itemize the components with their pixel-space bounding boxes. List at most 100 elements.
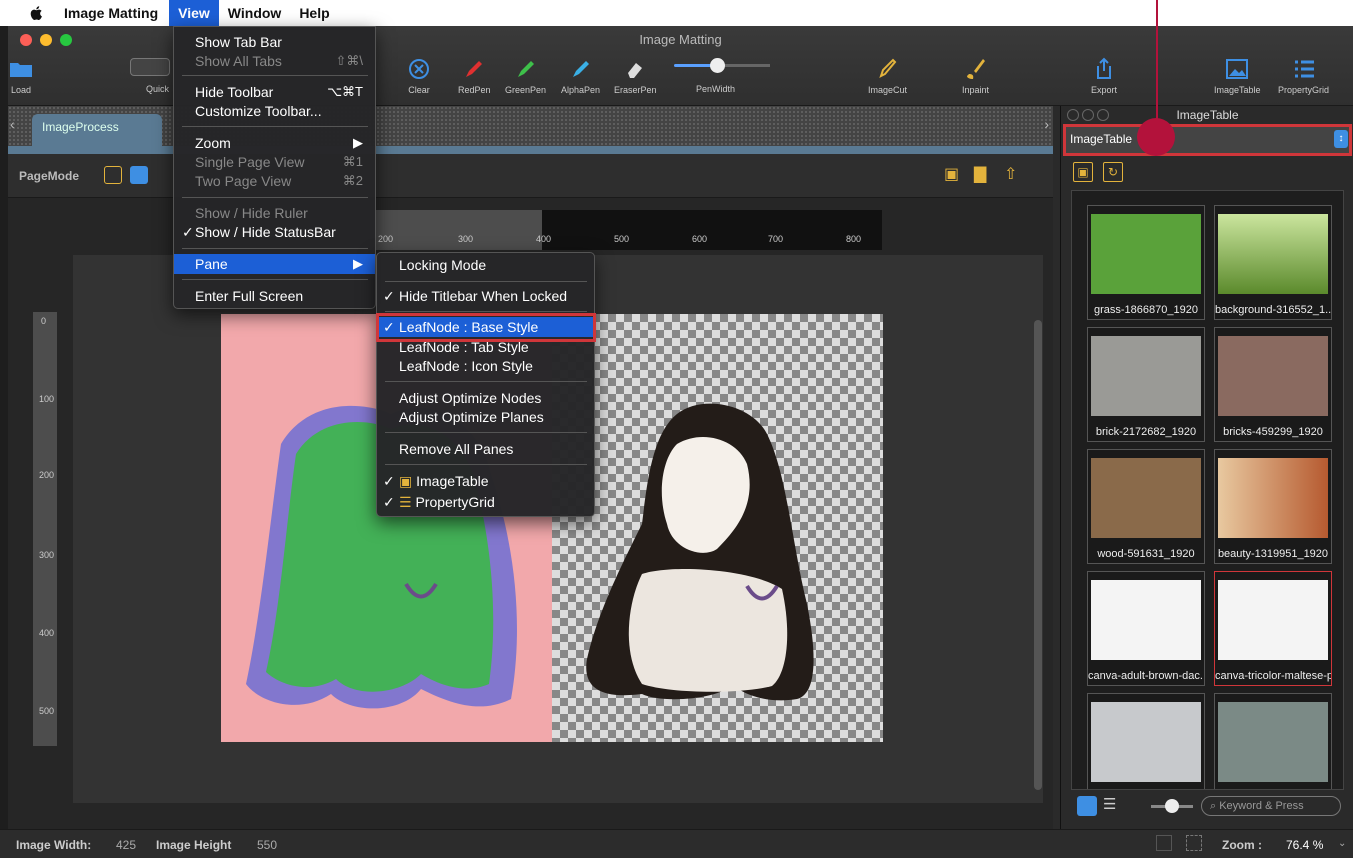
thumbnail-caption: canva-tricolor-maltese-p... — [1215, 670, 1331, 682]
alpha-pen-label: AlphaPen — [561, 85, 601, 95]
menu-hide-titlebar-when-locked[interactable]: ✓ Hide Titlebar When Locked — [377, 286, 594, 306]
thumbnail-item[interactable]: beauty-1319951_1920 — [1214, 449, 1332, 564]
tab-image-process[interactable]: ImageProcess — [32, 114, 162, 148]
green-pen-button[interactable]: GreenPen — [505, 56, 546, 95]
actual-size-icon[interactable] — [1186, 835, 1202, 851]
menu-help[interactable]: Help — [290, 0, 338, 26]
thumbnail-item[interactable] — [1087, 693, 1205, 789]
trash-icon[interactable]: ▇ — [974, 164, 986, 184]
clear-button[interactable]: Clear — [406, 56, 432, 95]
canvas-vertical-scrollbar[interactable] — [1034, 320, 1042, 790]
export-label: Export — [1091, 85, 1118, 95]
tab-image-process-label: ImageProcess — [42, 120, 119, 134]
insert-image-icon[interactable]: ▣ — [944, 164, 959, 184]
zoom-chevron-icon[interactable]: ⌄ — [1338, 838, 1346, 849]
search-placeholder: Keyword & Press — [1219, 800, 1304, 812]
zoom-value[interactable]: 76.4 % — [1286, 838, 1323, 852]
image-width-label: Image Width: — [16, 838, 92, 852]
menu-customize-toolbar[interactable]: Customize Toolbar... — [174, 101, 375, 121]
load-label: Load — [10, 85, 32, 95]
thumbnail-grid: grass-1866870_1920 background-316552_1..… — [1071, 190, 1344, 790]
menu-enter-full-screen[interactable]: Enter Full Screen — [174, 286, 375, 306]
keyword-search-input[interactable]: ⌕ Keyword & Press — [1201, 796, 1341, 816]
load-button[interactable]: Load — [8, 56, 34, 95]
menu-locking-mode[interactable]: Locking Mode — [377, 255, 594, 275]
thumbnail-item[interactable]: bricks-459299_1920 — [1214, 327, 1332, 442]
pen-width-slider[interactable] — [674, 58, 770, 73]
clear-label: Clear — [408, 85, 430, 95]
clear-circle-icon — [409, 59, 429, 79]
thumbnail-size-knob[interactable] — [1165, 799, 1179, 813]
result-image[interactable] — [552, 314, 883, 742]
panel-tools: ▣ ↻ — [1073, 162, 1123, 182]
thumbnail-item[interactable]: grass-1866870_1920 — [1087, 205, 1205, 320]
thumbnail-item-selected[interactable]: canva-tricolor-maltese-p... — [1214, 571, 1332, 686]
menu-adjust-optimize-nodes[interactable]: Adjust Optimize Nodes — [377, 388, 594, 408]
menu-view[interactable]: View — [169, 0, 219, 26]
thumbnail-item[interactable]: brick-2172682_1920 — [1087, 327, 1205, 442]
leafnode-highlight-outline — [376, 313, 596, 342]
image-height-label: Image Height — [156, 838, 232, 852]
menu-pane-property-grid[interactable]: ✓ ☰ PropertyGrid — [377, 492, 594, 512]
pen-width-knob[interactable] — [710, 58, 725, 73]
image-cut-button[interactable]: ImageCut — [868, 56, 907, 95]
menu-show-hide-statusbar[interactable]: ✓ Show / Hide StatusBar — [174, 222, 375, 242]
menu-window[interactable]: Window — [219, 0, 291, 26]
tab-scroll-left-icon[interactable]: ‹ — [10, 116, 15, 132]
horizontal-ruler: 200 300 400 500 600 700 800 — [370, 210, 890, 250]
list-view-icon[interactable]: ☰ — [1103, 795, 1116, 813]
thumbnail-image — [1218, 580, 1328, 660]
thumbnail-image — [1218, 214, 1328, 294]
menu-pane-image-table[interactable]: ✓ ▣ ImageTable — [377, 471, 594, 491]
menu-remove-all-panes[interactable]: Remove All Panes — [377, 439, 594, 459]
ruler-dark-region — [542, 210, 882, 250]
thumbnail-item[interactable]: canva-adult-brown-dac... — [1087, 571, 1205, 686]
tab-band — [8, 146, 1053, 154]
image-table-select[interactable]: ImageTable ↕ — [1063, 124, 1352, 156]
inpaint-button[interactable]: Inpaint — [962, 56, 989, 95]
ruler-light-region — [370, 210, 542, 250]
image-height-value: 550 — [257, 838, 278, 852]
quick-toggle[interactable] — [130, 58, 170, 76]
hruler-label: 200 — [378, 234, 394, 244]
fit-page-icon[interactable] — [1156, 835, 1172, 851]
system-menubar: Image Matting View Window Help — [0, 0, 1353, 26]
menu-leafnode-icon-style[interactable]: LeafNode : Icon Style — [377, 356, 594, 376]
single-page-mode-button[interactable] — [104, 166, 122, 184]
refresh-icon[interactable]: ↻ — [1103, 162, 1123, 182]
export-button[interactable]: Export — [1091, 56, 1117, 95]
menu-show-tab-bar[interactable]: Show Tab Bar — [174, 32, 375, 52]
page-mode-bar: PageMode ▣ ▇ ⇧ — [8, 154, 1053, 198]
two-page-mode-button[interactable] — [130, 166, 148, 184]
thumbnail-item[interactable]: background-316552_1... — [1214, 205, 1332, 320]
thumbnail-item[interactable] — [1214, 693, 1332, 789]
thumbnail-image — [1218, 702, 1328, 782]
inpaint-label: Inpaint — [962, 85, 990, 95]
hruler-label: 800 — [846, 234, 862, 244]
red-pen-button[interactable]: RedPen — [458, 56, 491, 95]
alpha-pen-icon — [572, 61, 589, 77]
menu-separator — [385, 281, 587, 282]
alpha-pen-button[interactable]: AlphaPen — [561, 56, 600, 95]
add-image-icon[interactable]: ▣ — [1073, 162, 1093, 182]
eraser-pen-button[interactable]: EraserPen — [614, 56, 657, 95]
tab-scroll-right-icon[interactable]: › — [1044, 116, 1049, 132]
check-icon: ✓ — [383, 494, 395, 510]
image-table-toolbar-button[interactable]: ImageTable — [1214, 56, 1261, 95]
image-cut-label: ImageCut — [868, 85, 908, 95]
thumbnail-item[interactable]: wood-591631_1920 — [1087, 449, 1205, 564]
apple-icon[interactable] — [28, 4, 46, 22]
grid-view-icon[interactable] — [1077, 796, 1097, 816]
menu-zoom[interactable]: Zoom ▶ — [174, 133, 375, 153]
property-grid-toolbar-button[interactable]: PropertyGrid — [1278, 56, 1329, 95]
menu-separator — [385, 432, 587, 433]
upload-icon[interactable]: ⇧ — [1004, 164, 1017, 184]
menu-app-name[interactable]: Image Matting — [64, 0, 167, 26]
eraser-icon — [628, 63, 643, 78]
menu-adjust-optimize-planes[interactable]: Adjust Optimize Planes — [377, 407, 594, 427]
menu-hide-toolbar[interactable]: Hide Toolbar ⌥⌘T — [174, 82, 375, 102]
menu-pane[interactable]: Pane ▶ — [174, 254, 375, 274]
status-bar: Image Width: 425 Image Height 550 Zoom :… — [0, 829, 1353, 858]
vruler-label: 400 — [39, 628, 55, 638]
vruler-label: 300 — [39, 550, 55, 560]
